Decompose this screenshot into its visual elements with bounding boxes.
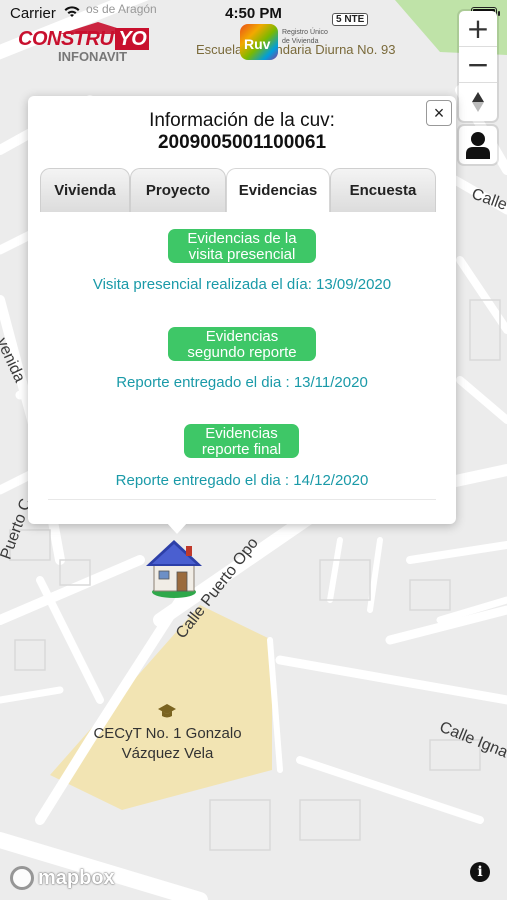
ruv-logo: Ruv Registro Único de Vivienda bbox=[240, 22, 336, 64]
compass-button[interactable] bbox=[459, 83, 497, 121]
cuv-info-popup: × Información de la cuv: 200900500110006… bbox=[28, 96, 456, 524]
popup-pointer bbox=[166, 522, 188, 534]
zoom-control: + − bbox=[459, 11, 497, 121]
popup-divider bbox=[48, 499, 436, 500]
school-label: CECyT No. 1 Gonzalo Vázquez Vela bbox=[85, 724, 250, 764]
clock: 4:50 PM bbox=[225, 5, 282, 22]
compass-icon bbox=[472, 92, 484, 112]
zoom-out-button[interactable]: − bbox=[459, 47, 497, 83]
button-line2: reporte final bbox=[201, 440, 282, 458]
zoom-in-button[interactable]: + bbox=[459, 11, 497, 47]
mapbox-text: mapbox bbox=[38, 866, 115, 889]
evidencias-visita-presencial-button[interactable]: Evidencias de la visita presencial bbox=[168, 229, 316, 263]
tab-encuesta[interactable]: Encuesta bbox=[330, 168, 436, 212]
school-cap-icon bbox=[158, 704, 176, 718]
visita-presencial-date: Visita presencial realizada el día: 13/0… bbox=[92, 276, 392, 293]
button-line2: visita presencial bbox=[188, 245, 296, 263]
school-name-line1: CECyT No. 1 Gonzalo bbox=[93, 725, 242, 742]
construyo-wordmark: CONSTRU YO bbox=[18, 28, 150, 51]
school-name-line2: Vázquez Vela bbox=[121, 745, 214, 762]
ruv-description: Registro Único de Vivienda bbox=[282, 29, 328, 45]
evidencias-segundo-reporte-button[interactable]: Evidencias segundo reporte bbox=[168, 327, 316, 361]
segundo-reporte-date: Reporte entregado el dia : 13/11/2020 bbox=[116, 374, 368, 391]
tab-evidencias[interactable]: Evidencias bbox=[226, 168, 330, 212]
cuv-number: 2009005001100061 bbox=[157, 132, 327, 153]
attribution-info-icon[interactable]: i bbox=[470, 862, 490, 882]
popup-title: Información de la cuv: bbox=[149, 110, 335, 131]
reporte-final-date: Reporte entregado el dia : 14/12/2020 bbox=[115, 472, 369, 489]
mapbox-logo[interactable]: mapbox bbox=[10, 866, 115, 890]
tab-bar: Vivienda Proyecto Evidencias Encuesta bbox=[40, 168, 436, 212]
construyo-main-text: CONSTRU bbox=[18, 28, 114, 50]
infonavit-text: INFONAVIT bbox=[58, 49, 128, 64]
ruv-mark-text: Ruv bbox=[244, 36, 271, 52]
wifi-icon bbox=[64, 6, 80, 17]
carrier-label: Carrier bbox=[10, 5, 56, 22]
button-line1: Evidencias bbox=[205, 327, 279, 345]
button-line1: Evidencias bbox=[205, 424, 278, 442]
mapbox-logo-icon bbox=[10, 866, 34, 890]
evidencias-reporte-final-button[interactable]: Evidencias reporte final bbox=[184, 424, 299, 458]
button-line2: segundo reporte bbox=[187, 343, 297, 361]
tab-proyecto[interactable]: Proyecto bbox=[130, 168, 226, 212]
house-marker-icon[interactable] bbox=[143, 538, 205, 600]
tab-vivienda[interactable]: Vivienda bbox=[40, 168, 130, 212]
button-line1: Evidencias de la bbox=[187, 229, 297, 247]
construyo-yo-text: YO bbox=[115, 28, 150, 50]
user-location-button[interactable] bbox=[459, 126, 497, 164]
user-icon bbox=[466, 132, 490, 159]
construyo-logo: CONSTRU YO INFONAVIT bbox=[14, 22, 150, 64]
